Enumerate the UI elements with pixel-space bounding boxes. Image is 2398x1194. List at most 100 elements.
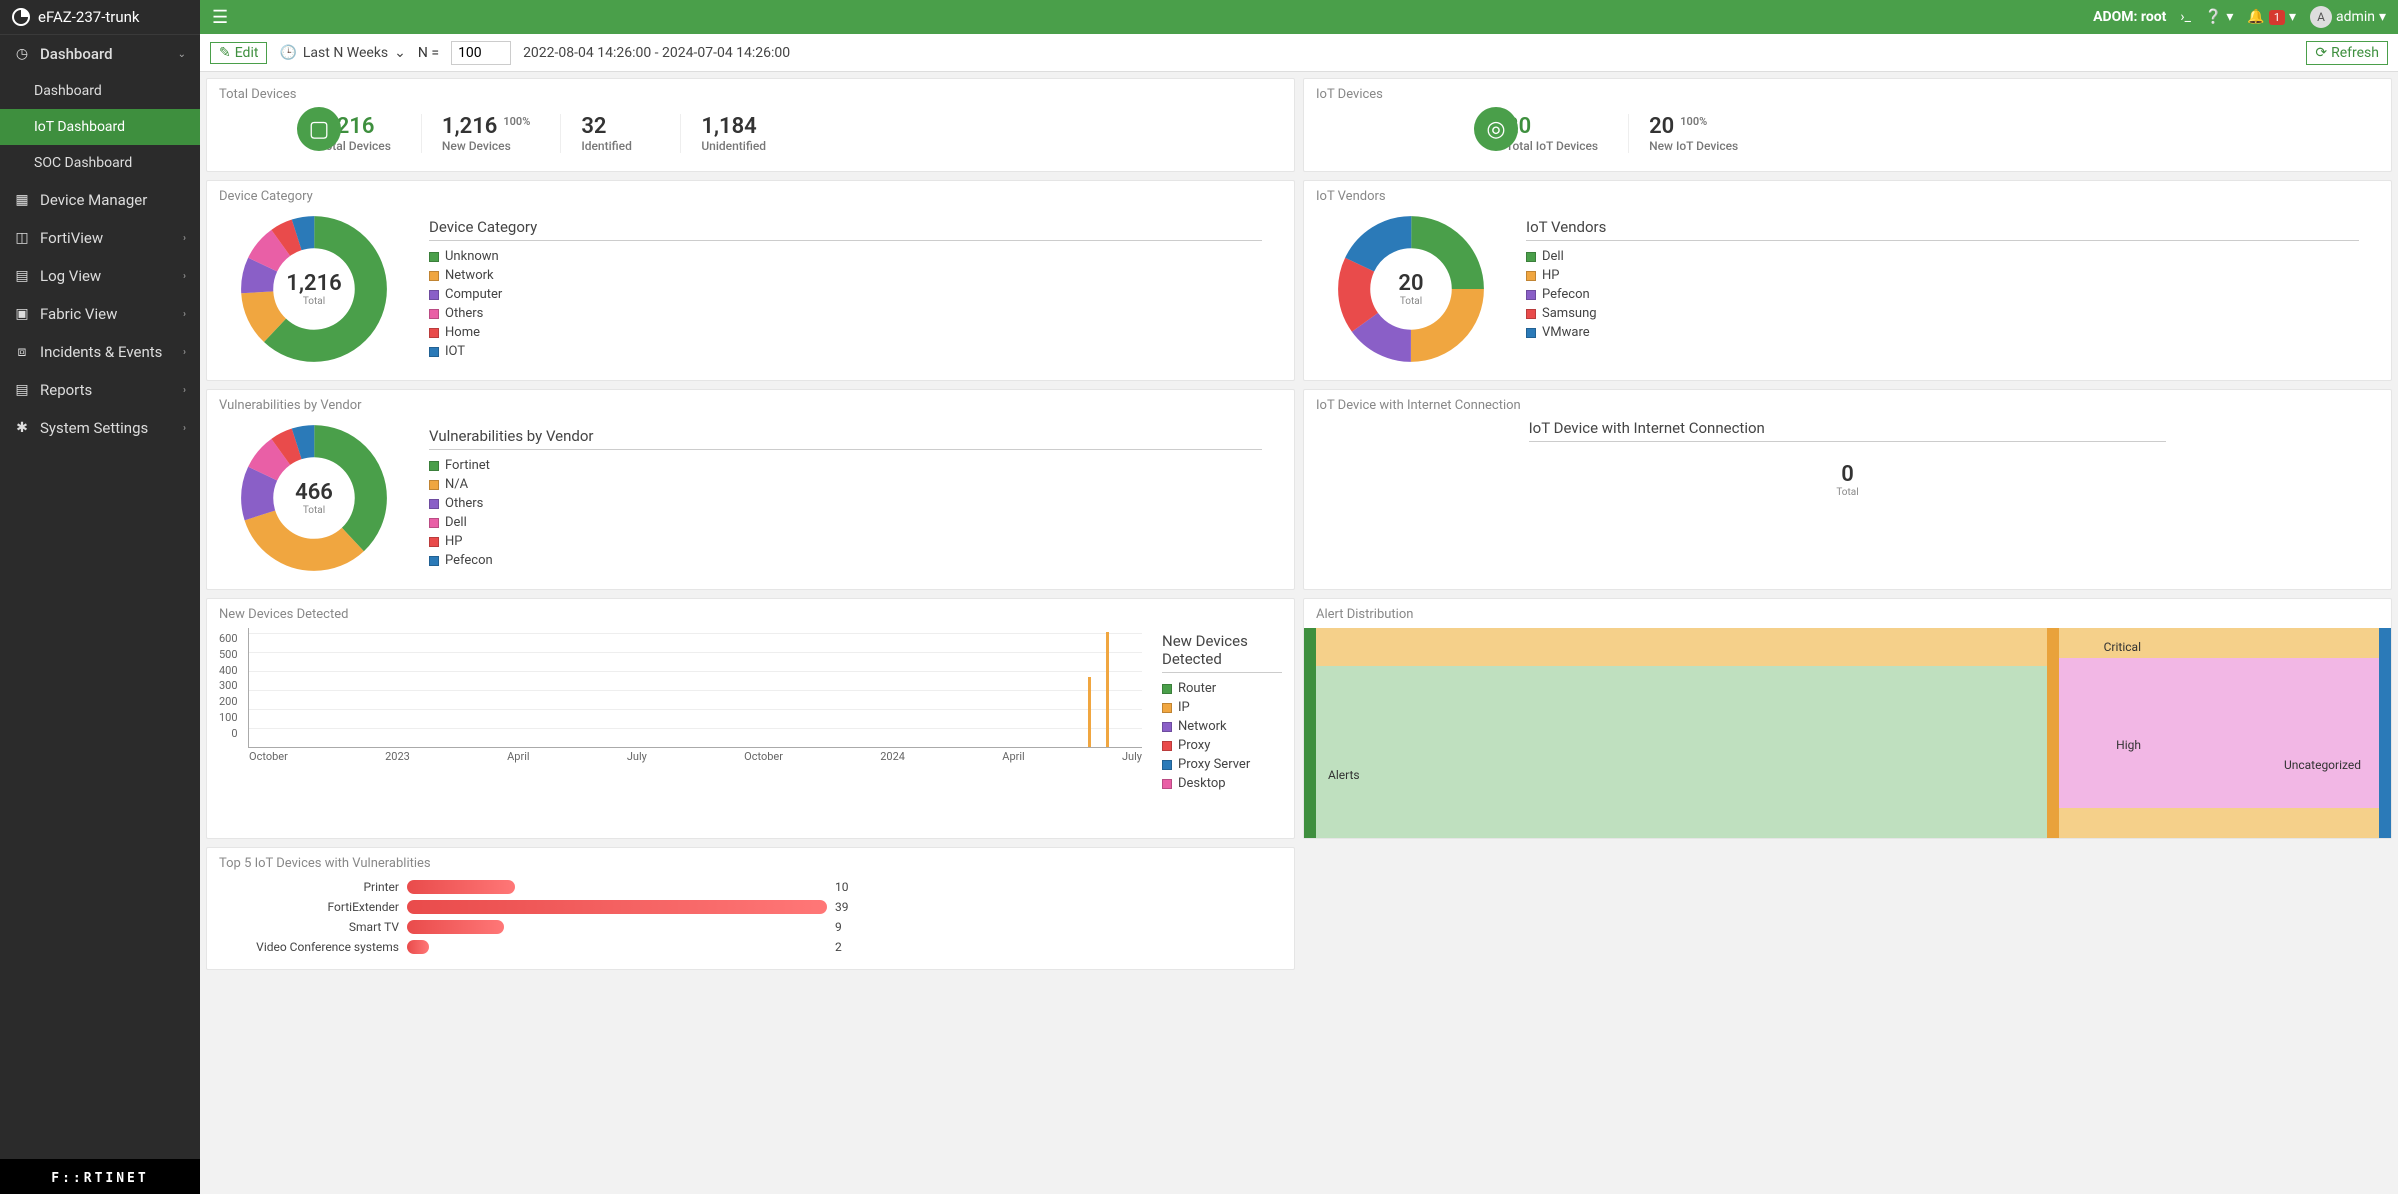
- legend-item[interactable]: Dell: [1526, 247, 2359, 266]
- legend-item[interactable]: Network: [1162, 717, 1282, 736]
- adom-selector[interactable]: ADOM: root: [2093, 9, 2166, 25]
- legend-item[interactable]: IOT: [429, 342, 1262, 361]
- legend-item[interactable]: VMware: [1526, 323, 2359, 342]
- sidebar-sub-iot-dashboard[interactable]: IoT Dashboard: [0, 109, 200, 145]
- legend-item[interactable]: Dell: [429, 513, 1262, 532]
- legend-item[interactable]: Proxy Server: [1162, 755, 1282, 774]
- top5-bar: [407, 920, 827, 934]
- sidebar-item-label: IoT Dashboard: [34, 119, 125, 135]
- sidebar-sub-dashboard[interactable]: Dashboard: [0, 73, 200, 109]
- y-tick: 200: [219, 695, 238, 708]
- chevron-right-icon: ›: [183, 309, 186, 320]
- legend-label: Desktop: [1178, 776, 1226, 791]
- legend-label: Home: [445, 325, 480, 340]
- card-new-devices-detected: New Devices Detected 6005004003002001000…: [206, 598, 1295, 839]
- bars-icon: ▤: [14, 268, 30, 284]
- stat-label: New IoT Devices: [1649, 139, 1738, 153]
- frame-icon: ▣: [14, 306, 30, 322]
- legend-item[interactable]: Others: [429, 494, 1262, 513]
- top5-row[interactable]: Smart TV 9: [219, 917, 1282, 937]
- legend-item[interactable]: HP: [429, 532, 1262, 551]
- legend-item[interactable]: N/A: [429, 475, 1262, 494]
- y-tick: 500: [219, 648, 238, 661]
- time-range-selector[interactable]: 🕒 Last N Weeks ⌄: [279, 45, 405, 61]
- card-iot-vendors: IoT Vendors 20 Total IoT Vendors DellHPP…: [1303, 180, 2392, 381]
- y-tick: 100: [219, 711, 238, 724]
- sidebar-item-fortiview[interactable]: ◫ FortiView ›: [0, 219, 200, 257]
- sidebar-item-system-settings[interactable]: ✱ System Settings ›: [0, 409, 200, 447]
- notifications-button[interactable]: 🔔 1 ▾: [2247, 9, 2296, 25]
- terminal-icon: ›_: [2180, 9, 2191, 25]
- legend-item[interactable]: HP: [1526, 266, 2359, 285]
- top5-value: 39: [835, 900, 849, 914]
- new-devices-plot[interactable]: [248, 628, 1142, 748]
- chevron-right-icon: ›: [183, 423, 186, 434]
- refresh-icon: ⟳: [2315, 45, 2327, 61]
- legend-swatch-icon: [429, 252, 439, 262]
- sidebar-item-fabric-view[interactable]: ▣ Fabric View ›: [0, 295, 200, 333]
- alert-sankey[interactable]: Alerts Critical High Uncategorized: [1304, 628, 2391, 838]
- legend-label: Samsung: [1542, 306, 1597, 321]
- legend-item[interactable]: Pefecon: [1526, 285, 2359, 304]
- sidebar-sub-soc-dashboard[interactable]: SOC Dashboard: [0, 145, 200, 181]
- center-label: Total: [1316, 487, 2379, 498]
- doc-icon: ▤: [14, 382, 30, 398]
- legend-item[interactable]: Desktop: [1162, 774, 1282, 793]
- n-value-input[interactable]: [451, 41, 511, 65]
- hamburger-icon[interactable]: ☰: [212, 7, 228, 28]
- product-logo-icon: [12, 8, 30, 26]
- legend-item[interactable]: Proxy: [1162, 736, 1282, 755]
- legend-item[interactable]: Others: [429, 304, 1262, 323]
- sidebar-item-label: Dashboard: [40, 45, 113, 63]
- legend-swatch-icon: [1526, 271, 1536, 281]
- caret-down-icon: ▾: [2226, 9, 2233, 25]
- sidebar-item-reports[interactable]: ▤ Reports ›: [0, 371, 200, 409]
- legend-item[interactable]: Pefecon: [429, 551, 1262, 570]
- x-tick: October: [744, 750, 783, 763]
- sidebar-item-incidents-events[interactable]: ⧈ Incidents & Events ›: [0, 333, 200, 371]
- user-menu[interactable]: A admin ▾: [2310, 6, 2386, 28]
- vuln-vendor-donut[interactable]: 466 Total: [239, 423, 389, 573]
- sidebar-item-label: FortiView: [40, 229, 103, 247]
- top5-row[interactable]: FortiExtender 39: [219, 897, 1282, 917]
- legend-item[interactable]: Home: [429, 323, 1262, 342]
- sidebar-item-device-manager[interactable]: ▦ Device Manager: [0, 181, 200, 219]
- sidebar-item-dashboard[interactable]: ◷ Dashboard ⌄: [0, 35, 200, 73]
- card-alert-distribution: Alert Distribution Alerts Critical High …: [1303, 598, 2392, 839]
- edit-label: Edit: [235, 45, 259, 61]
- top5-row[interactable]: Printer 10: [219, 877, 1282, 897]
- edit-button[interactable]: ✎ Edit: [210, 42, 267, 64]
- pencil-icon: ✎: [219, 45, 231, 61]
- donut-center-label: Total: [1400, 296, 1422, 307]
- legend-item[interactable]: Router: [1162, 679, 1282, 698]
- clock-icon: 🕒: [279, 45, 296, 61]
- legend-item[interactable]: Unknown: [429, 247, 1262, 266]
- card-top5-iot-vulns: Top 5 IoT Devices with Vulnerablities Pr…: [206, 847, 1295, 970]
- device-category-donut[interactable]: 1,216 Total: [239, 214, 389, 364]
- refresh-button[interactable]: ⟳ Refresh: [2306, 41, 2388, 65]
- legend-item[interactable]: Samsung: [1526, 304, 2359, 323]
- legend-label: IOT: [445, 344, 465, 359]
- legend-label: Unknown: [445, 249, 499, 264]
- sidebar-item-log-view[interactable]: ▤ Log View ›: [0, 257, 200, 295]
- adom-label: ADOM: root: [2093, 9, 2166, 25]
- top5-label: Printer: [219, 880, 399, 894]
- x-tick: 2023: [385, 750, 410, 763]
- legend-swatch-icon: [429, 271, 439, 281]
- card-title: Alert Distribution: [1304, 607, 2391, 622]
- help-button[interactable]: ❔ ▾: [2205, 9, 2233, 25]
- sidebar-item-label: Incidents & Events: [40, 343, 162, 361]
- sidebar-footer: F::RTINET: [0, 1159, 200, 1194]
- legend-label: Pefecon: [445, 553, 493, 568]
- y-tick: 600: [219, 632, 238, 645]
- grid-icon: ▦: [14, 192, 30, 208]
- iot-vendors-donut[interactable]: 20 Total: [1336, 214, 1486, 364]
- legend-item[interactable]: Network: [429, 266, 1262, 285]
- legend-item[interactable]: Fortinet: [429, 456, 1262, 475]
- legend-item[interactable]: IP: [1162, 698, 1282, 717]
- legend-title: Device Category: [429, 218, 1262, 241]
- legend-swatch-icon: [1162, 760, 1172, 770]
- legend-item[interactable]: Computer: [429, 285, 1262, 304]
- cli-button[interactable]: ›_: [2180, 9, 2191, 25]
- top5-row[interactable]: Video Conference systems 2: [219, 937, 1282, 957]
